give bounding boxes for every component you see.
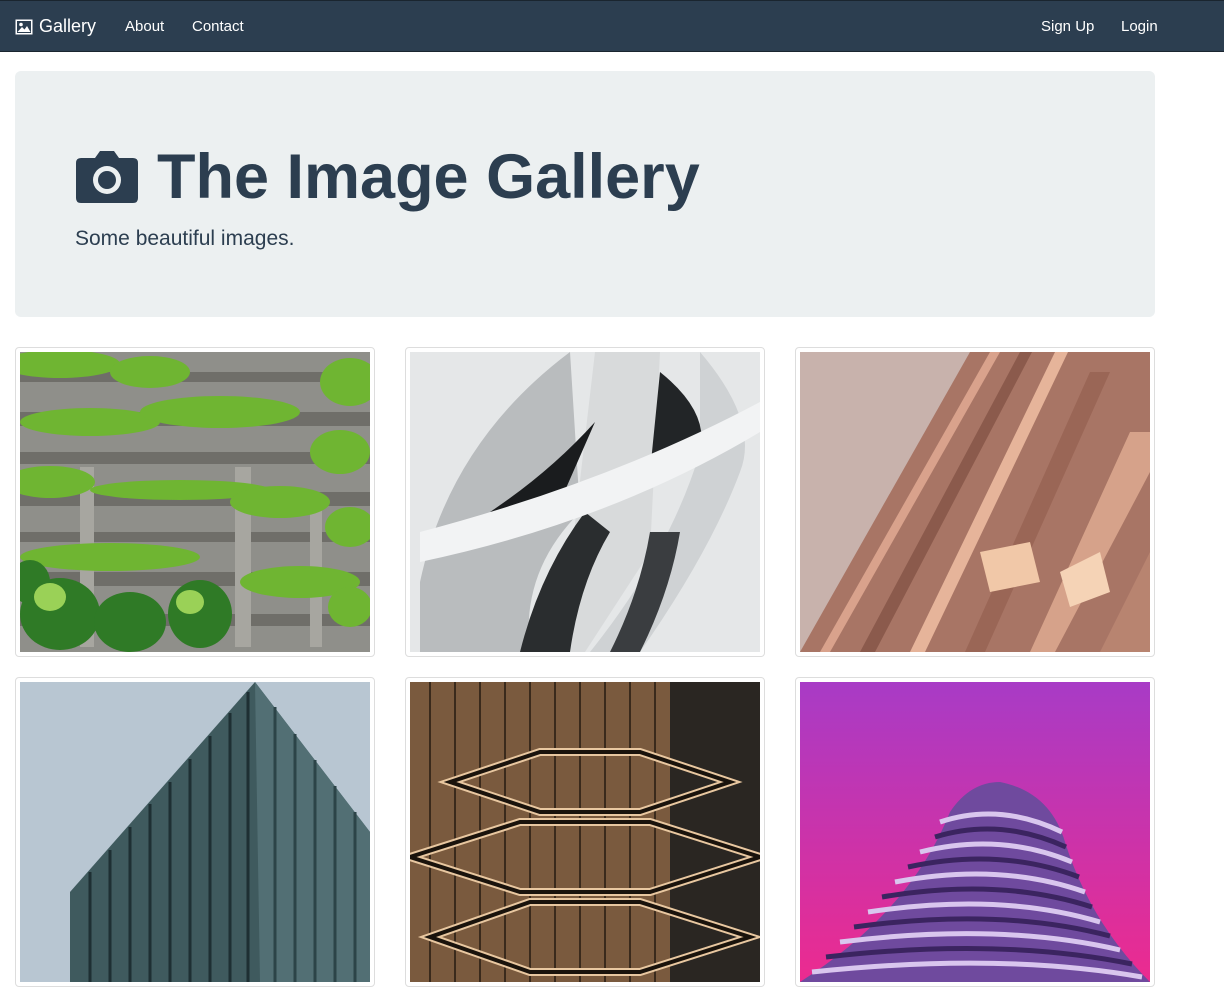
image-icon [15,19,33,34]
page-subtitle: Some beautiful images. [75,227,295,250]
navbar: Gallery About Contact Sign Up Login [0,0,1224,52]
gallery-thumbnail[interactable] [795,677,1155,987]
nav-about[interactable]: About [125,18,164,35]
camera-icon [76,151,138,203]
copper-building-underside-image [800,352,1150,652]
brand-link[interactable]: Gallery [15,16,96,37]
purple-round-tower-image [800,682,1150,982]
nav-login[interactable]: Login [1121,18,1158,35]
white-curved-facade-image [410,352,760,652]
hero-jumbotron: The Image Gallery Some beautiful images. [15,71,1155,317]
gallery-thumbnail[interactable] [405,677,765,987]
page-title-text: The Image Gallery [157,142,700,212]
brand-label: Gallery [39,16,97,36]
nav-sign-up[interactable]: Sign Up [1041,18,1094,35]
glass-office-tower-image [20,682,370,982]
gallery-thumbnail[interactable] [15,677,375,987]
page-title: The Image Gallery [75,141,700,213]
vessel-staircase-structure-image [410,682,760,982]
nav-contact[interactable]: Contact [192,18,244,35]
gallery-thumbnail[interactable] [15,347,375,657]
gallery-thumbnail[interactable] [405,347,765,657]
green-terraced-building-image [20,352,370,652]
gallery-thumbnail[interactable] [795,347,1155,657]
